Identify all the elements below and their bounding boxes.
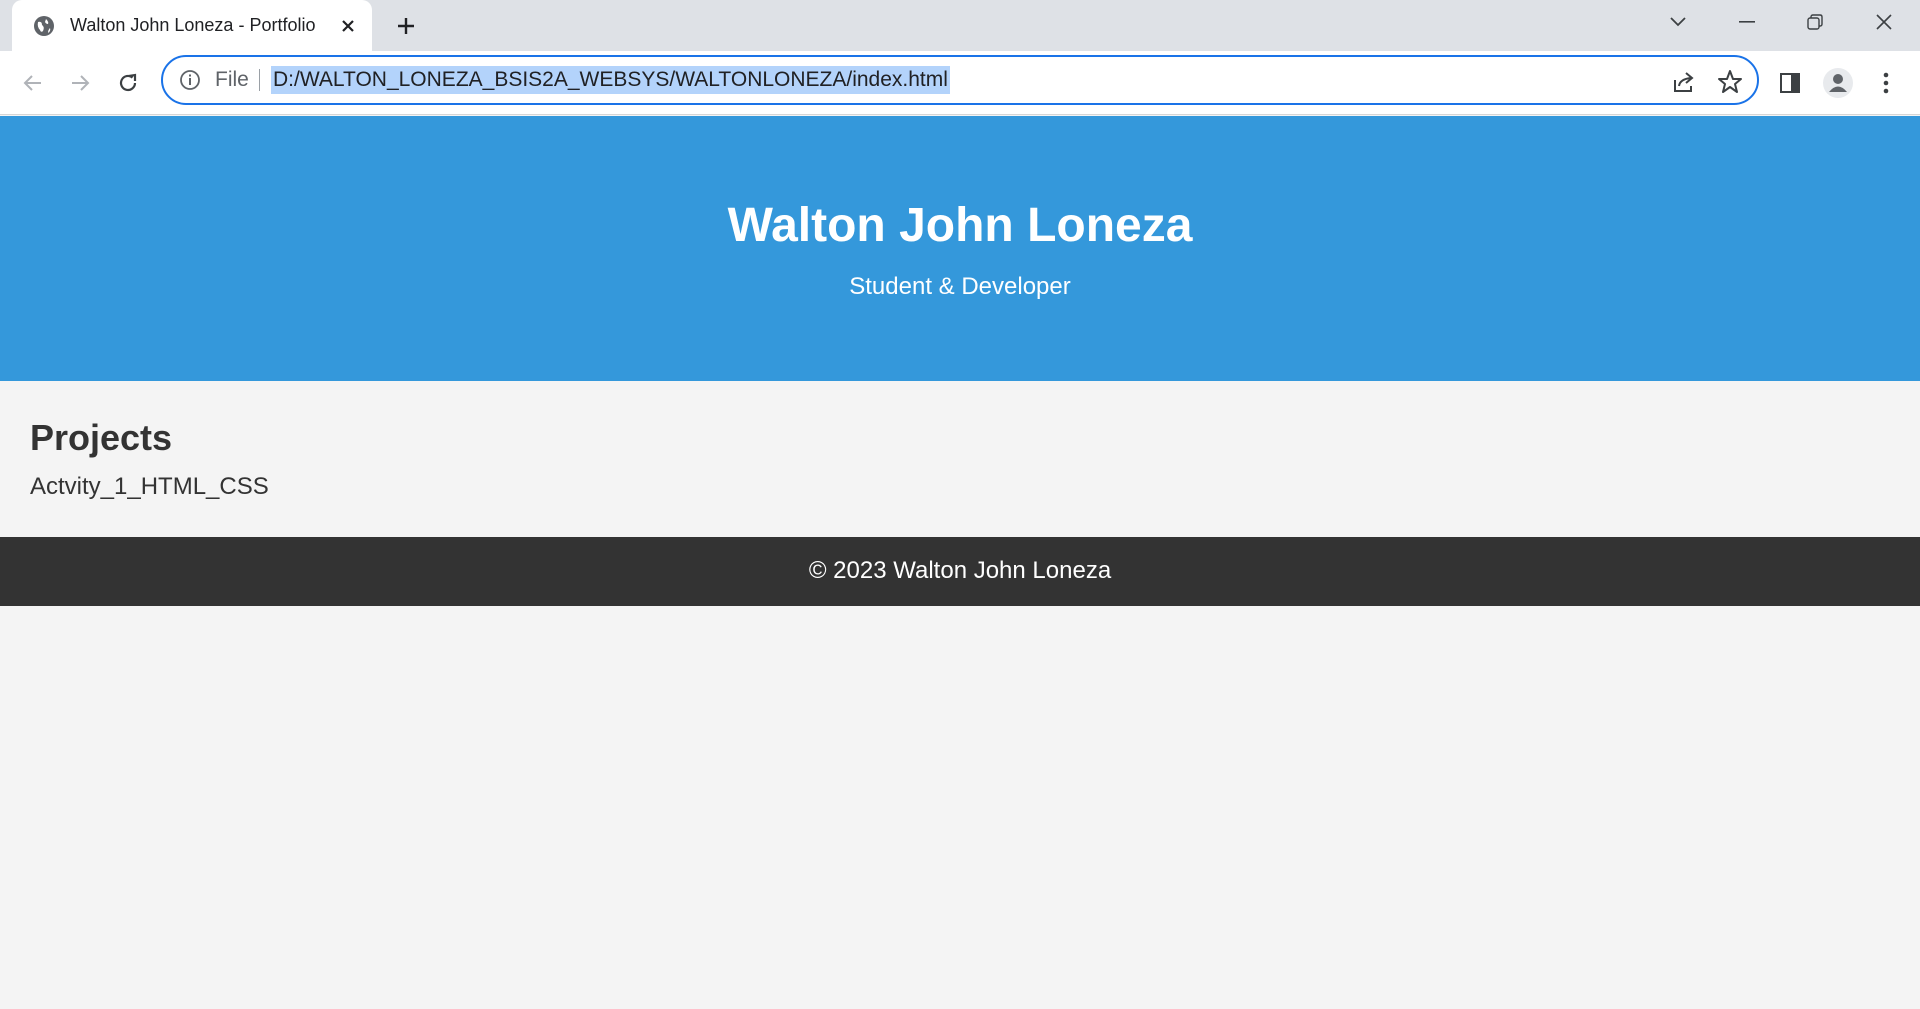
share-icon[interactable] bbox=[1671, 69, 1697, 95]
back-button[interactable] bbox=[15, 65, 51, 101]
page-subtitle: Student & Developer bbox=[849, 273, 1071, 300]
tab-title: Walton John Loneza - Portfolio bbox=[70, 15, 316, 35]
close-icon[interactable] bbox=[336, 14, 360, 38]
omnibox-divider bbox=[259, 69, 260, 91]
page-title: Walton John Loneza bbox=[727, 199, 1193, 252]
arrow-left-icon bbox=[23, 75, 41, 91]
close-icon bbox=[1876, 14, 1892, 30]
profile-button[interactable] bbox=[1820, 65, 1856, 101]
page-content: Walton John Loneza Student & Developer P… bbox=[0, 116, 1920, 1009]
side-panel-button[interactable] bbox=[1772, 65, 1808, 101]
kebab-menu-icon bbox=[1883, 72, 1889, 94]
restore-button[interactable] bbox=[1783, 0, 1847, 44]
profile-icon bbox=[1823, 68, 1853, 98]
side-panel-icon bbox=[1780, 73, 1800, 93]
url-text[interactable]: D:/WALTON_LONEZA_BSIS2A_WEBSYS/WALTONLON… bbox=[271, 66, 950, 94]
project-item: Actvity_1_HTML_CSS bbox=[30, 473, 269, 500]
close-window-button[interactable] bbox=[1852, 0, 1916, 44]
address-bar[interactable]: File D:/WALTON_LONEZA_BSIS2A_WEBSYS/WALT… bbox=[161, 55, 1759, 105]
star-icon[interactable] bbox=[1717, 69, 1743, 95]
plus-icon bbox=[398, 18, 414, 34]
browser-toolbar: File D:/WALTON_LONEZA_BSIS2A_WEBSYS/WALT… bbox=[0, 51, 1920, 115]
new-tab-button[interactable] bbox=[390, 12, 422, 40]
minimize-button[interactable] bbox=[1715, 0, 1779, 44]
tab-strip: Walton John Loneza - Portfolio bbox=[0, 0, 1920, 51]
globe-icon bbox=[32, 14, 56, 38]
scheme-label: File bbox=[215, 68, 249, 91]
chevron-down-icon bbox=[1670, 17, 1686, 27]
footer-text: © 2023 Walton John Loneza bbox=[808, 557, 1112, 584]
reload-button[interactable] bbox=[110, 65, 146, 101]
minimize-icon bbox=[1739, 21, 1755, 23]
arrow-right-icon bbox=[72, 75, 90, 91]
projects-heading: Projects bbox=[30, 417, 173, 458]
reload-icon bbox=[119, 73, 137, 92]
restore-icon bbox=[1807, 14, 1823, 30]
browser-menu-button[interactable] bbox=[1868, 65, 1904, 101]
page-footer: © 2023 Walton John Loneza bbox=[0, 537, 1920, 606]
forward-button[interactable] bbox=[62, 65, 98, 101]
tab-search-button[interactable] bbox=[1646, 0, 1710, 44]
hero-header: Walton John Loneza Student & Developer bbox=[0, 116, 1920, 381]
browser-tab[interactable]: Walton John Loneza - Portfolio bbox=[12, 0, 372, 51]
info-icon[interactable] bbox=[179, 69, 201, 91]
